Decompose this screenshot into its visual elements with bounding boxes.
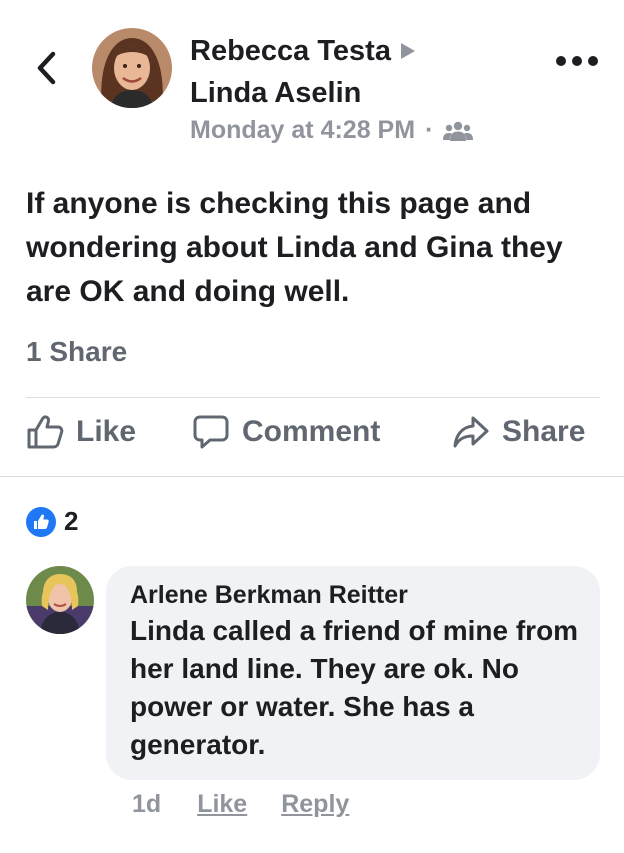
target-name[interactable]: Linda Aselin bbox=[190, 72, 361, 114]
back-button[interactable] bbox=[30, 48, 62, 88]
more-dot-icon bbox=[572, 56, 582, 66]
commenter-avatar[interactable] bbox=[26, 566, 94, 634]
like-reaction-icon bbox=[26, 506, 56, 537]
reaction-count: 2 bbox=[64, 506, 79, 536]
more-dot-icon bbox=[556, 56, 566, 66]
group-icon bbox=[443, 121, 474, 141]
divider bbox=[0, 476, 624, 477]
like-label: Like bbox=[76, 415, 137, 448]
commenter-name[interactable]: Arlene Berkman Reitter bbox=[130, 578, 576, 612]
comment-button[interactable]: Comment bbox=[192, 414, 380, 450]
divider bbox=[26, 397, 600, 398]
author-avatar[interactable] bbox=[92, 28, 172, 108]
more-dot-icon bbox=[588, 56, 598, 66]
author-name[interactable]: Rebecca Testa bbox=[190, 30, 391, 72]
comment-like-button[interactable]: Like bbox=[197, 790, 247, 819]
comment-icon bbox=[193, 415, 229, 449]
meta-separator: · bbox=[425, 116, 434, 144]
post-timestamp[interactable]: Monday at 4:28 PM bbox=[190, 116, 415, 145]
post-action-bar: Like Comment Share bbox=[0, 414, 624, 462]
comment-label: Comment bbox=[242, 415, 381, 448]
thumbs-up-icon bbox=[27, 415, 64, 449]
comment-reply-button[interactable]: Reply bbox=[281, 790, 349, 819]
post-text: If anyone is checking this page and wond… bbox=[26, 187, 563, 308]
share-count[interactable]: 1 Share bbox=[26, 336, 127, 368]
like-button[interactable]: Like bbox=[26, 414, 136, 450]
more-options-button[interactable] bbox=[556, 56, 598, 66]
share-label: Share bbox=[502, 415, 586, 448]
reactions-summary[interactable]: 2 bbox=[26, 506, 78, 537]
comment-bubble: Arlene Berkman Reitter Linda called a fr… bbox=[106, 566, 600, 780]
chevron-left-icon bbox=[37, 51, 56, 85]
comment-text: Linda called a friend of mine from her l… bbox=[130, 615, 579, 760]
share-arrow-icon bbox=[453, 416, 489, 448]
comment-actions: 1d Like Reply bbox=[132, 790, 383, 819]
arrow-right-icon bbox=[400, 43, 415, 59]
share-button[interactable]: Share bbox=[452, 414, 585, 450]
comment-time: 1d bbox=[132, 790, 162, 818]
